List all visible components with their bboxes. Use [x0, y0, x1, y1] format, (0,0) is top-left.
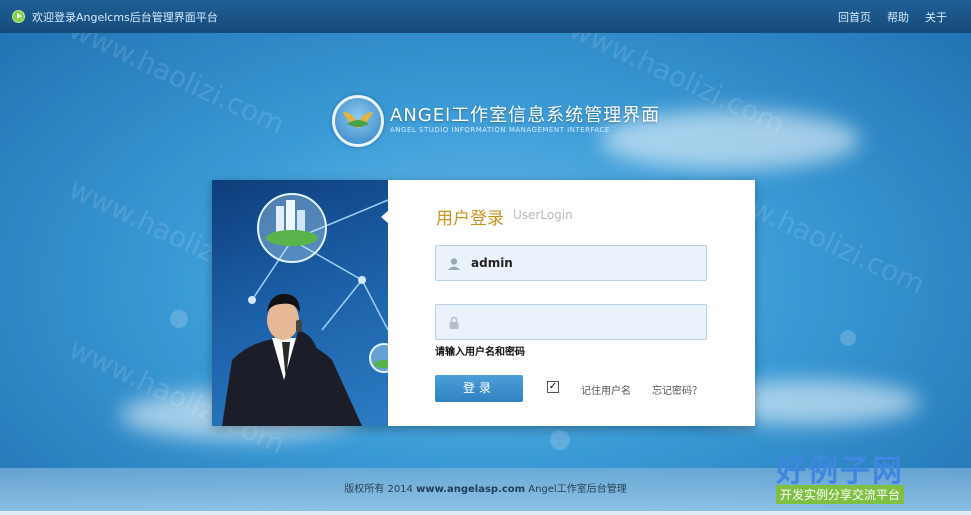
- username-field[interactable]: admin: [435, 245, 707, 281]
- welcome-text: 欢迎登录Angelcms后台管理界面平台: [32, 11, 218, 24]
- top-bar: 欢迎登录Angelcms后台管理界面平台 回首页 帮助 关于: [0, 0, 971, 33]
- brand-title: ANGEl工作室信息系统管理界面: [390, 105, 661, 126]
- footer-bottom-strip: [0, 511, 971, 515]
- top-nav: 回首页 帮助 关于: [838, 9, 947, 25]
- wings-icon: [343, 112, 373, 128]
- login-button[interactable]: 登录: [435, 375, 523, 402]
- brand-subtitle: ANGEL STUDIO INFORMATION MANAGEMENT INTE…: [390, 126, 610, 134]
- brand-header: ANGEl工作室信息系统管理界面 ANGEL STUDIO INFORMATIO…: [332, 95, 659, 155]
- footer-prefix: 版权所有 2014: [344, 484, 417, 495]
- username-value: admin: [471, 256, 513, 270]
- background-bokeh: [840, 330, 856, 346]
- lock-icon: [449, 316, 459, 329]
- checkbox-icon[interactable]: ✓: [547, 381, 559, 393]
- nav-help-link[interactable]: 帮助: [887, 9, 909, 25]
- play-icon: [12, 10, 25, 23]
- login-form: 用户登录 UserLogin admin 请输入用户名和密码 登录 ✓ 记住用户…: [388, 180, 755, 426]
- nav-about-link[interactable]: 关于: [925, 9, 947, 25]
- login-title-en: UserLogin: [513, 208, 573, 222]
- login-panel: 用户登录 UserLogin admin 请输入用户名和密码 登录 ✓ 记住用户…: [212, 180, 755, 426]
- watermark-tagline: 开发实例分享交流平台: [776, 485, 905, 504]
- footer-site-link[interactable]: www.angelasp.com: [416, 484, 525, 495]
- background-bokeh: [170, 310, 188, 328]
- footer-suffix: Angel工作室后台管理: [525, 484, 627, 495]
- watermark-title: 好例子网: [776, 454, 904, 489]
- user-icon: [448, 258, 460, 270]
- nav-home-link[interactable]: 回首页: [838, 9, 871, 25]
- background-bokeh: [550, 430, 570, 450]
- brand-logo: [332, 95, 384, 147]
- password-input[interactable]: [471, 311, 700, 335]
- remember-username-label[interactable]: 记住用户名: [581, 382, 631, 397]
- login-illustration: [212, 180, 388, 426]
- login-hint: 请输入用户名和密码: [435, 347, 525, 358]
- password-field[interactable]: [435, 304, 707, 340]
- login-title: 用户登录: [436, 209, 504, 229]
- forgot-password-link[interactable]: 忘记密码？: [652, 382, 702, 397]
- businessman-illustration: [222, 193, 388, 426]
